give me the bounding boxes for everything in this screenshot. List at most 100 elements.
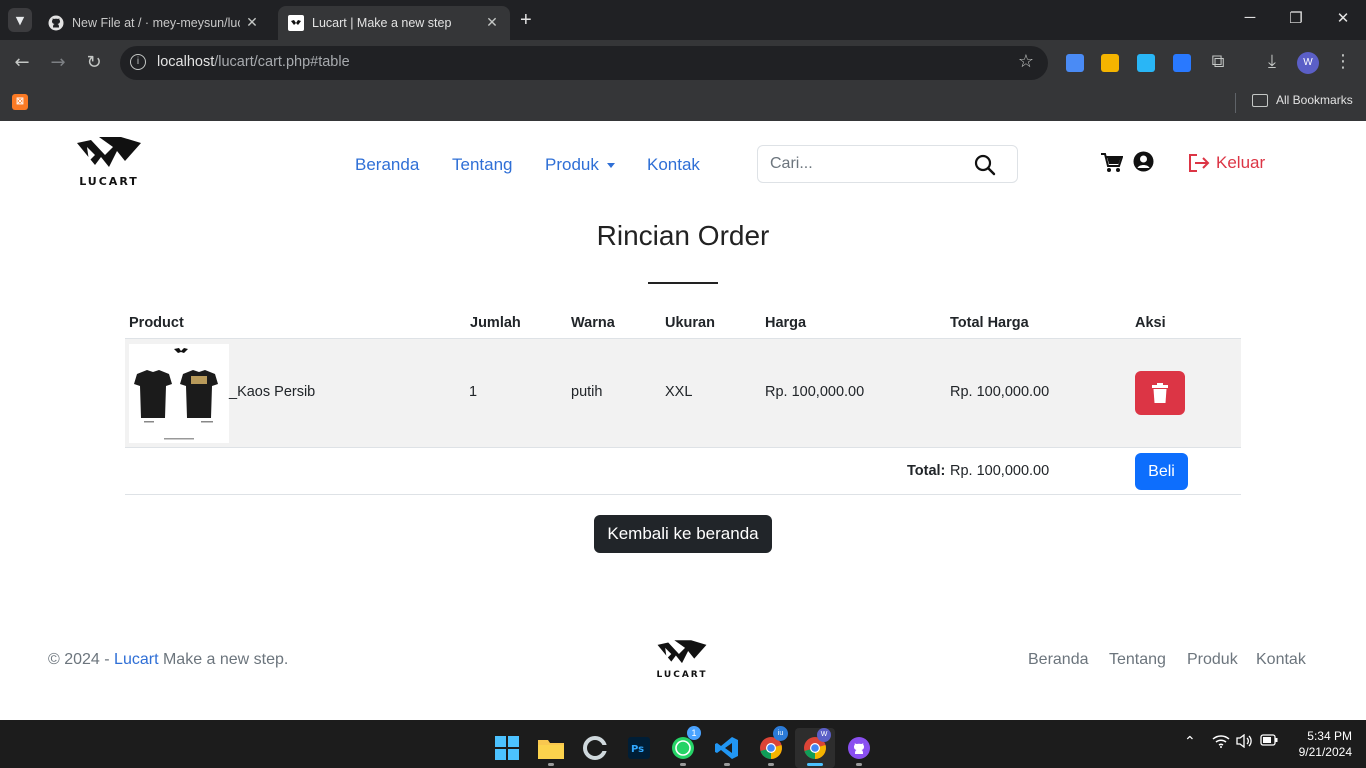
running-indicator: [548, 763, 554, 766]
nav-produk-label: Produk: [545, 155, 599, 174]
folder-app-icon: [538, 740, 564, 759]
folder-icon: [1252, 93, 1268, 107]
taskbar-chrome[interactable]: iu: [751, 726, 791, 768]
browser-tab-lucart[interactable]: Lucart | Make a new step ✕: [278, 6, 510, 40]
tab-search-button[interactable]: ▼: [8, 8, 32, 32]
extension-folder-icon[interactable]: [1101, 54, 1119, 72]
web-page: LUCART Beranda Tentang Produk Kontak Kel…: [0, 121, 1366, 720]
volume-icon[interactable]: [1236, 733, 1254, 752]
caret-down-icon: [606, 163, 615, 169]
wifi-icon[interactable]: [1212, 734, 1230, 752]
tab-title: New File at / · mey-meysun/lucart: [72, 16, 240, 30]
start-button[interactable]: [487, 728, 527, 768]
taskbar-file-explorer[interactable]: [531, 728, 571, 768]
download-icon[interactable]: ⤓: [1261, 51, 1283, 72]
forward-arrow-icon[interactable]: →: [47, 52, 69, 73]
windows-start-icon: [495, 736, 519, 760]
site-info-icon[interactable]: i: [130, 54, 146, 70]
close-tab-icon[interactable]: ✕: [484, 15, 500, 31]
site-logo[interactable]: LUCART: [75, 137, 143, 188]
taskbar-vscode[interactable]: [707, 728, 747, 768]
taskbar-chrome-active[interactable]: W: [795, 728, 835, 768]
github-icon: [48, 15, 64, 31]
browser-toolbar: ← → ↻ i localhost/lucart/cart.php#table …: [0, 40, 1366, 86]
clock-date: 9/21/2024: [1298, 745, 1352, 759]
github-desktop-icon: [848, 737, 870, 759]
running-indicator: [768, 763, 774, 766]
item-price: Rp. 100,000.00: [765, 384, 865, 400]
profile-badge: iu: [773, 726, 788, 741]
product-name: _Kaos Persib: [229, 384, 316, 400]
trash-icon: [1152, 383, 1168, 403]
back-to-home-button[interactable]: Kembali ke beranda: [594, 515, 772, 553]
taskbar-whatsapp[interactable]: 1: [663, 726, 703, 768]
logout-button[interactable]: Keluar: [1188, 153, 1265, 173]
cart-icon[interactable]: [1101, 153, 1124, 177]
all-bookmarks-button[interactable]: All Bookmarks: [1252, 93, 1353, 107]
table-row: _Kaos Persib 1 putih XXL Rp. 100,000.00 …: [125, 338, 1241, 448]
footer-link-produk[interactable]: Produk: [1187, 651, 1238, 669]
footer-brand-link[interactable]: Lucart: [114, 651, 158, 668]
taskbar-photoshop[interactable]: Ps: [619, 728, 659, 768]
extensions-puzzle-icon[interactable]: ⧉: [1207, 51, 1229, 72]
item-color: putih: [571, 384, 603, 400]
svg-text:Ps: Ps: [631, 744, 644, 755]
notification-badge: 1: [687, 726, 701, 740]
close-window-icon[interactable]: ✕: [1333, 9, 1353, 27]
title-underline: [648, 282, 718, 284]
nav-tentang[interactable]: Tentang: [452, 155, 513, 175]
column-header-harga: Harga: [765, 315, 807, 331]
footer-link-beranda[interactable]: Beranda: [1028, 651, 1089, 669]
bookmark-star-icon[interactable]: ☆: [1018, 51, 1034, 72]
nav-kontak[interactable]: Kontak: [647, 155, 700, 175]
nav-beranda[interactable]: Beranda: [355, 155, 419, 175]
windows-taskbar: Ps 1 iu W ⌃ 5:34 PM 9/21/2024: [0, 720, 1366, 768]
browser-tab-bar: ▼ New File at / · mey-meysun/lucart ✕ Lu…: [0, 0, 1366, 40]
back-arrow-icon[interactable]: ←: [11, 52, 33, 73]
running-indicator: [807, 763, 823, 766]
footer-copyright: © 2024 - Lucart Make a new step.: [48, 651, 289, 668]
system-clock[interactable]: 5:34 PM 9/21/2024: [1290, 728, 1352, 760]
minimize-icon[interactable]: ─: [1240, 9, 1260, 26]
extension-fi-icon[interactable]: [1173, 54, 1191, 72]
lucart-favicon-icon: [288, 15, 304, 31]
clock-time: 5:34 PM: [1307, 729, 1352, 743]
running-indicator: [680, 763, 686, 766]
profile-avatar[interactable]: W: [1297, 52, 1319, 74]
browser-tab-github[interactable]: New File at / · mey-meysun/lucart ✕: [38, 6, 270, 40]
taskbar-github-desktop[interactable]: [839, 728, 879, 768]
user-account-icon[interactable]: [1133, 151, 1154, 176]
all-bookmarks-label: All Bookmarks: [1276, 93, 1353, 107]
column-header-product: Product: [129, 315, 184, 331]
address-bar[interactable]: i localhost/lucart/cart.php#table ☆: [120, 46, 1048, 80]
footer-link-tentang[interactable]: Tentang: [1109, 651, 1166, 669]
xampp-bookmark-icon[interactable]: ⊠: [12, 94, 28, 110]
close-tab-icon[interactable]: ✕: [244, 15, 260, 31]
extension-capture-icon[interactable]: [1137, 54, 1155, 72]
search-input[interactable]: [770, 155, 970, 173]
item-size: XXL: [665, 384, 693, 400]
taskbar-cursor-app[interactable]: [575, 728, 615, 768]
logout-label: Keluar: [1216, 153, 1266, 172]
footer-link-kontak[interactable]: Kontak: [1256, 651, 1306, 669]
table-total-row: Total: Rp. 100,000.00 Beli: [125, 448, 1241, 495]
restore-icon[interactable]: ❐: [1286, 9, 1306, 27]
delete-item-button[interactable]: [1135, 371, 1185, 415]
item-quantity: 1: [469, 384, 478, 400]
reload-icon[interactable]: ↻: [83, 52, 105, 73]
profile-badge: W: [817, 728, 831, 742]
lucart-logo-icon: [77, 137, 141, 167]
new-tab-button[interactable]: +: [520, 9, 532, 32]
search-box: [757, 145, 1018, 183]
nav-produk-dropdown[interactable]: Produk: [545, 155, 615, 175]
tray-chevron-up-icon[interactable]: ⌃: [1184, 734, 1196, 750]
vscode-icon: [715, 737, 738, 759]
column-header-total-harga: Total Harga: [950, 315, 1029, 331]
column-header-warna: Warna: [571, 315, 615, 331]
extension-docs-icon[interactable]: [1066, 54, 1084, 72]
buy-button[interactable]: Beli: [1135, 453, 1188, 490]
photoshop-icon: Ps: [628, 737, 650, 759]
battery-icon[interactable]: [1260, 734, 1278, 750]
search-icon[interactable]: [974, 154, 996, 180]
menu-dots-icon[interactable]: ⋮: [1332, 51, 1354, 72]
